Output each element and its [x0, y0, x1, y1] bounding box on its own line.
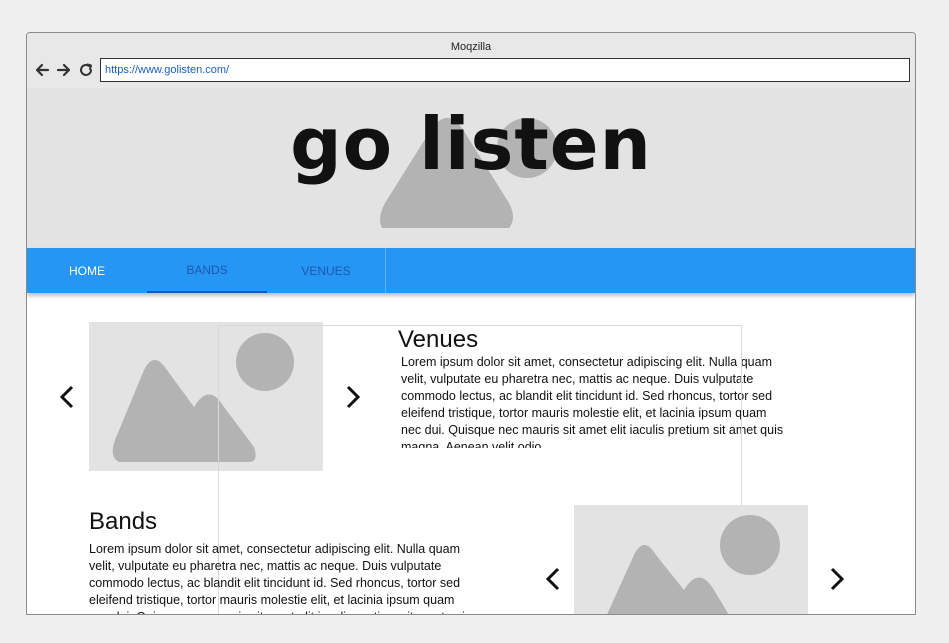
forward-button[interactable] — [54, 59, 74, 81]
browser-window: Moqzilla go listen — [26, 32, 916, 615]
hero-banner: go listen — [27, 88, 915, 248]
venue-image — [89, 322, 323, 471]
nav-divider — [385, 248, 386, 293]
venues-prev-button[interactable] — [57, 384, 79, 410]
web-page: go listen HOME BANDS VENUES Venues Lorem… — [27, 88, 915, 614]
window-title: Moqzilla — [450, 41, 492, 53]
image-placeholder-icon — [112, 333, 294, 462]
address-bar[interactable] — [100, 58, 910, 82]
reload-icon — [80, 63, 92, 76]
venues-next-button[interactable] — [341, 384, 363, 410]
reload-button[interactable] — [76, 59, 96, 81]
browser-toolbar: Moqzilla — [27, 33, 915, 88]
venues-description: Lorem ipsum dolor sit amet, consectetur … — [401, 355, 784, 448]
url-input[interactable] — [101, 59, 909, 81]
bands-heading: Bands — [89, 508, 158, 535]
site-logo-title: go listen — [290, 102, 652, 186]
image-placeholder-icon — [607, 515, 780, 614]
main-nav: HOME BANDS VENUES — [27, 248, 915, 293]
bands-description: Lorem ipsum dolor sit amet, consectetur … — [89, 542, 471, 614]
back-button[interactable] — [32, 59, 52, 81]
band-image — [574, 505, 808, 614]
bands-next-button[interactable] — [825, 566, 847, 592]
arrow-left-icon — [35, 63, 50, 77]
venues-heading: Venues — [398, 326, 479, 353]
arrow-right-icon — [56, 63, 71, 77]
tab-bands[interactable]: BANDS — [147, 248, 267, 293]
tab-home[interactable]: HOME — [27, 248, 147, 293]
bands-prev-button[interactable] — [543, 566, 565, 592]
tab-venues[interactable]: VENUES — [267, 248, 385, 293]
